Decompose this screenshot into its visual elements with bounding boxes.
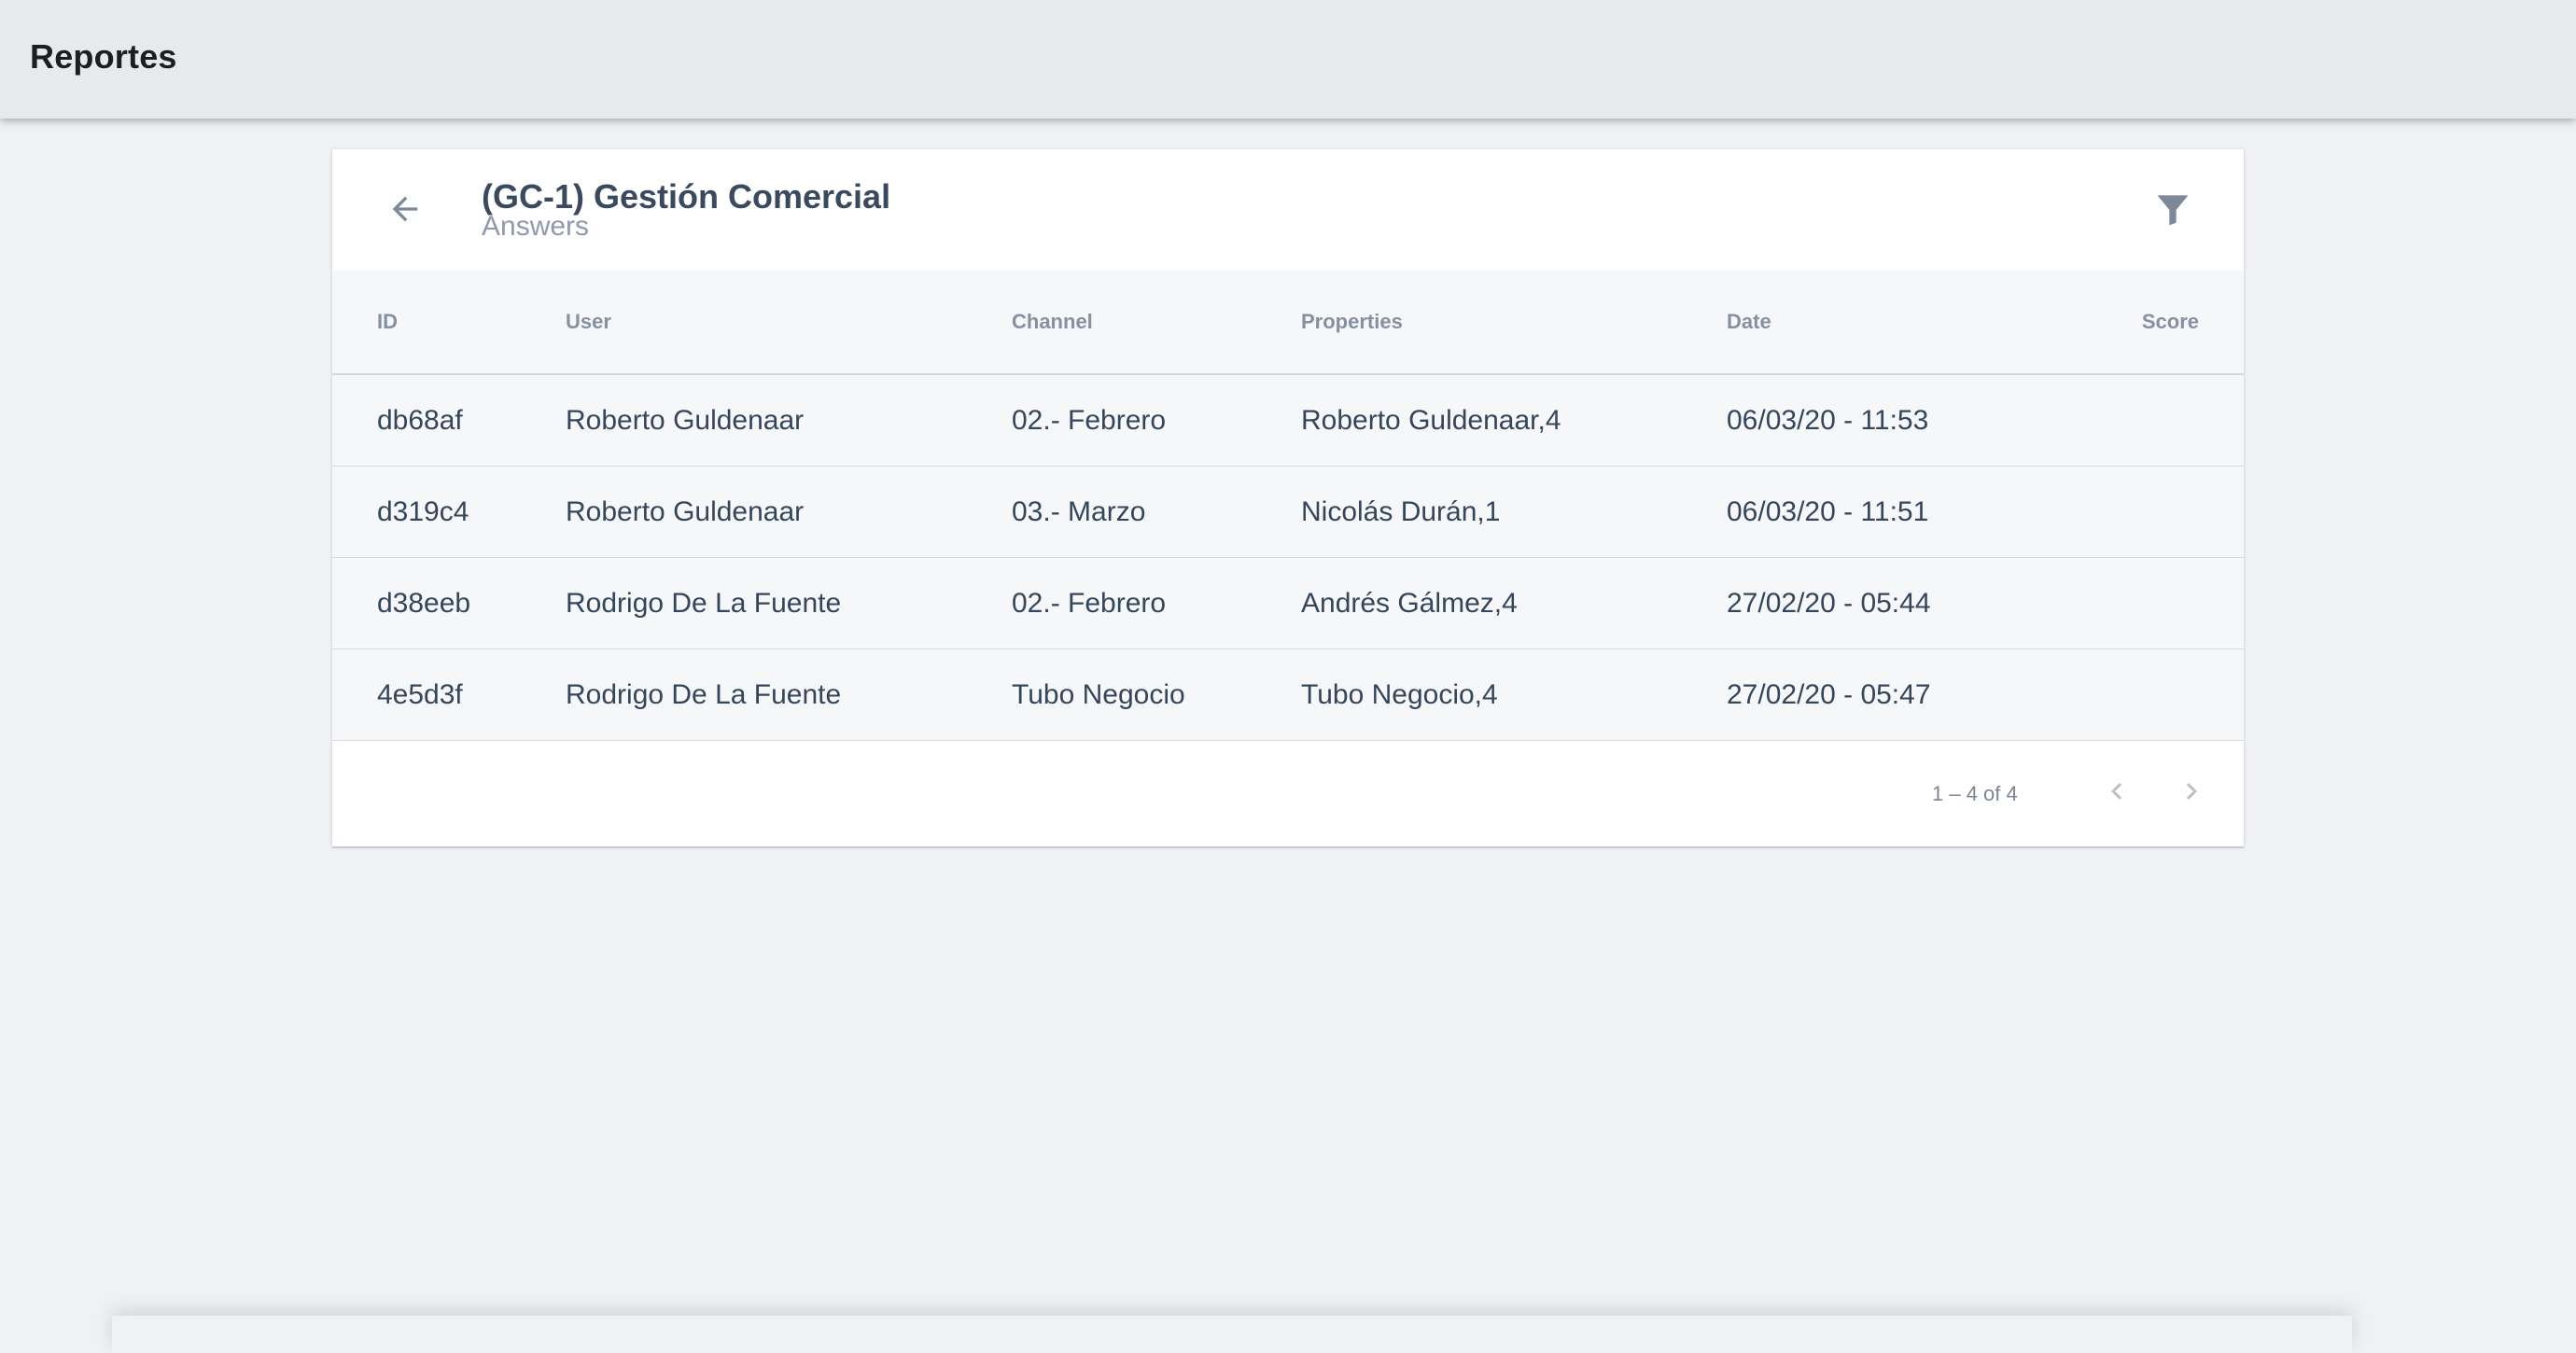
cell-user: Rodrigo De La Fuente bbox=[566, 679, 842, 710]
chevron-right-icon bbox=[2175, 774, 2208, 813]
table-paginator: 1 – 4 of 4 bbox=[332, 741, 2244, 848]
cell-date: 06/03/20 - 11:53 bbox=[1727, 405, 1929, 436]
chevron-left-icon bbox=[2100, 774, 2134, 813]
cell-channel: 03.- Marzo bbox=[1012, 496, 1146, 527]
cell-properties: Andrés Gálmez,4 bbox=[1301, 588, 1518, 619]
cell-user: Roberto Guldenaar bbox=[566, 405, 805, 436]
cell-id: d38eeb bbox=[377, 588, 471, 619]
cell-user: Roberto Guldenaar bbox=[566, 496, 805, 527]
arrow-left-icon bbox=[386, 190, 424, 232]
report-header: (GC-1) Gestión Comercial Answers bbox=[332, 149, 2244, 272]
back-button[interactable] bbox=[379, 185, 431, 237]
cell-date: 27/02/20 - 05:47 bbox=[1727, 679, 1931, 710]
app-toolbar: Reportes bbox=[0, 0, 2576, 119]
filter-button[interactable] bbox=[2147, 185, 2199, 237]
column-header-score[interactable]: Score bbox=[2142, 271, 2199, 373]
next-page-button[interactable] bbox=[2165, 767, 2218, 819]
column-header-properties[interactable]: Properties bbox=[1301, 271, 1403, 373]
filter-icon bbox=[2152, 188, 2193, 234]
cell-id: db68af bbox=[377, 405, 463, 436]
cell-date: 06/03/20 - 11:51 bbox=[1727, 496, 1929, 527]
report-subtitle: Answers bbox=[482, 211, 590, 242]
app-title: Reportes bbox=[30, 37, 177, 76]
report-card: (GC-1) Gestión Comercial Answers ID User… bbox=[332, 149, 2244, 848]
cell-channel: 02.- Febrero bbox=[1012, 588, 1167, 619]
table-row[interactable]: d319c4 Roberto Guldenaar 03.- Marzo Nico… bbox=[332, 467, 2244, 559]
cell-date: 27/02/20 - 05:44 bbox=[1727, 588, 1931, 619]
column-header-user[interactable]: User bbox=[566, 271, 611, 373]
cell-channel: Tubo Negocio bbox=[1012, 679, 1185, 710]
bottom-panel-edge bbox=[112, 1316, 2352, 1353]
cell-channel: 02.- Febrero bbox=[1012, 405, 1167, 436]
cell-properties: Nicolás Durán,1 bbox=[1301, 496, 1501, 527]
cell-id: d319c4 bbox=[377, 496, 469, 527]
column-header-id[interactable]: ID bbox=[377, 271, 398, 373]
table-row[interactable]: db68af Roberto Guldenaar 02.- Febrero Ro… bbox=[332, 375, 2244, 467]
pagination-range-label: 1 – 4 of 4 bbox=[1932, 782, 2018, 805]
cell-id: 4e5d3f bbox=[377, 679, 463, 710]
table-header: ID User Channel Properties Date Score bbox=[332, 271, 2244, 375]
column-header-date[interactable]: Date bbox=[1727, 271, 1771, 373]
table-row[interactable]: 4e5d3f Rodrigo De La Fuente Tubo Negocio… bbox=[332, 649, 2244, 742]
cell-user: Rodrigo De La Fuente bbox=[566, 588, 842, 619]
cell-properties: Tubo Negocio,4 bbox=[1301, 679, 1498, 710]
previous-page-button[interactable] bbox=[2091, 767, 2143, 819]
table-row[interactable]: d38eeb Rodrigo De La Fuente 02.- Febrero… bbox=[332, 558, 2244, 650]
cell-properties: Roberto Guldenaar,4 bbox=[1301, 405, 1561, 436]
column-header-channel[interactable]: Channel bbox=[1012, 271, 1093, 373]
